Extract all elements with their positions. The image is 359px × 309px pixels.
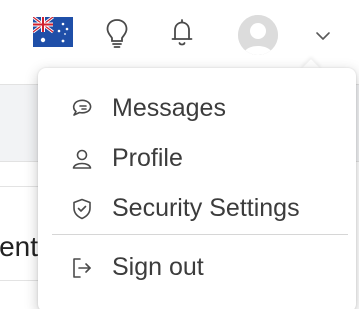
- menu-divider: [52, 234, 348, 235]
- sign-out-icon: [70, 256, 94, 280]
- menu-item-label: Sign out: [112, 253, 204, 281]
- menu-item-label: Security Settings: [112, 194, 300, 222]
- divider: [0, 280, 40, 281]
- menu-item-label: Profile: [112, 144, 183, 172]
- avatar-icon[interactable]: [238, 15, 278, 55]
- divider: [0, 186, 40, 187]
- menu-item-label: Messages: [112, 94, 226, 122]
- user-dropdown-menu: Messages Profile Security Settings Sign …: [38, 68, 356, 309]
- menu-item-profile[interactable]: Profile: [70, 144, 183, 173]
- background-partial-text: ent: [0, 231, 38, 262]
- menu-item-security-settings[interactable]: Security Settings: [70, 194, 300, 223]
- bell-icon[interactable]: [170, 18, 194, 53]
- australia-flag-icon[interactable]: [32, 15, 73, 47]
- menu-item-sign-out[interactable]: Sign out: [70, 253, 204, 282]
- lightbulb-icon[interactable]: [105, 18, 129, 53]
- chat-bubble-icon: [70, 97, 94, 121]
- chevron-down-icon[interactable]: [315, 28, 331, 46]
- person-icon: [70, 147, 94, 171]
- shield-check-icon: [70, 197, 94, 221]
- menu-item-messages[interactable]: Messages: [70, 94, 226, 123]
